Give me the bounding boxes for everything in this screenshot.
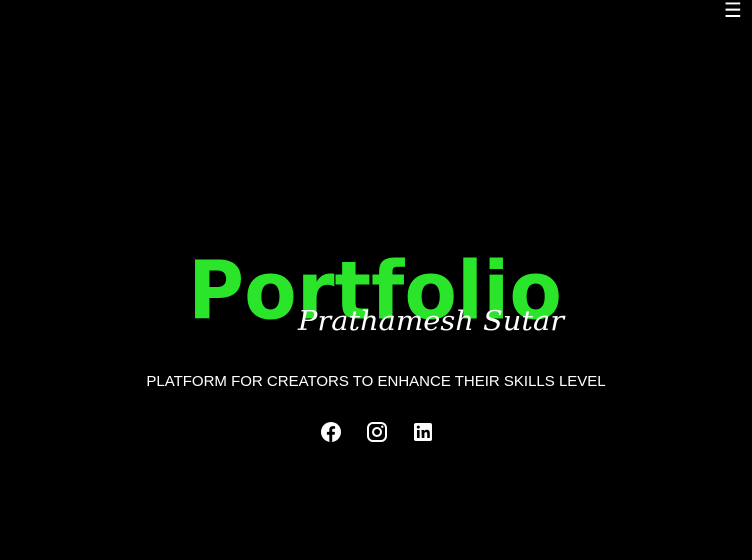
linkedin-icon[interactable]: [411, 420, 435, 444]
hero-tagline: PLATFORM FOR CREATORS TO ENHANCE THEIR S…: [146, 373, 606, 390]
instagram-icon[interactable]: [365, 420, 389, 444]
facebook-icon[interactable]: [319, 420, 343, 444]
social-links: [316, 420, 440, 446]
logo-graphic: Portfolio Prathamesh Sutar: [188, 246, 566, 338]
logo-signature: Prathamesh Sutar: [297, 306, 566, 337]
page: ☰ Portfolio Prathamesh Sutar PLATFORM FO…: [0, 0, 752, 560]
portfolio-logo: Portfolio Prathamesh Sutar: [186, 228, 576, 340]
hamburger-menu-icon[interactable]: ☰: [722, 0, 744, 20]
